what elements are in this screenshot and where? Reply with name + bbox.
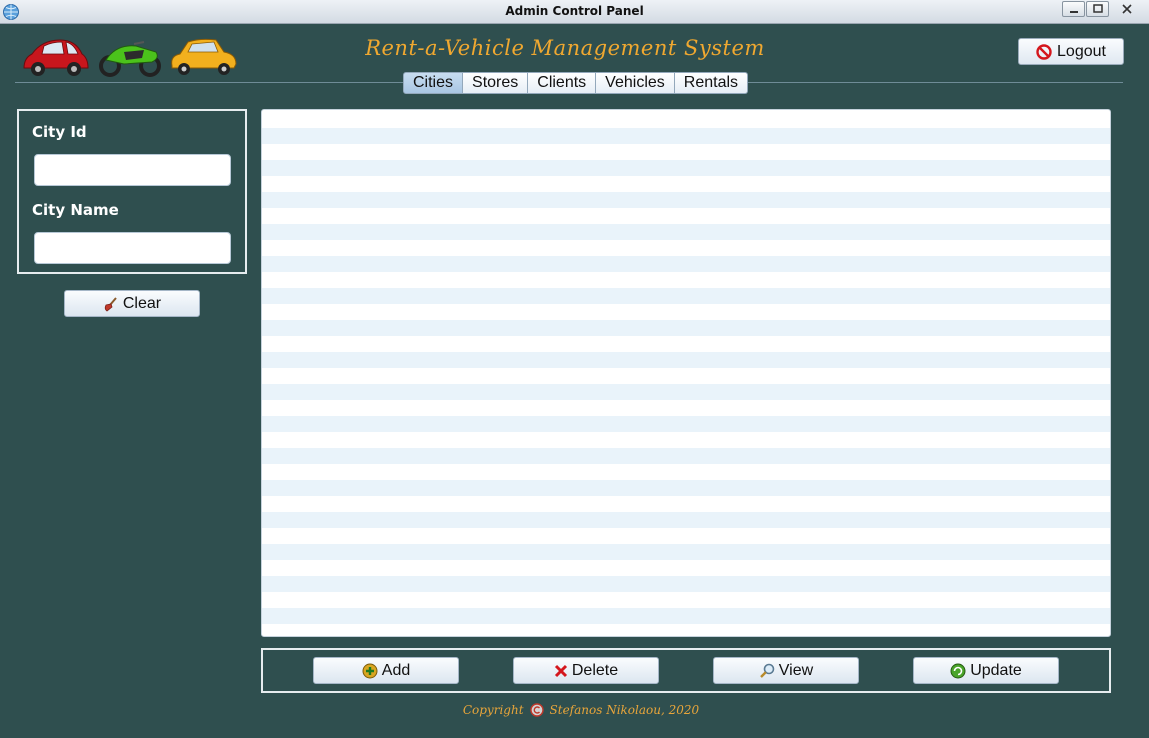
minimize-button[interactable]: [1062, 1, 1085, 17]
city-name-input[interactable]: [34, 232, 231, 264]
yellow-car-icon: [171, 38, 237, 75]
delete-button[interactable]: Delete: [513, 657, 659, 684]
green-motorcycle-icon: [99, 41, 161, 77]
vehicle-images: [20, 32, 240, 84]
tab-vehicles[interactable]: Vehicles: [596, 72, 675, 94]
update-button[interactable]: Update: [913, 657, 1059, 684]
broom-icon: [104, 296, 117, 311]
close-icon: [1122, 4, 1132, 14]
city-name-label: City Name: [32, 201, 119, 219]
city-id-label: City Id: [32, 123, 87, 141]
tab-stores[interactable]: Stores: [463, 72, 529, 94]
copyright-icon: [529, 703, 544, 717]
city-form-panel: City Id City Name: [17, 109, 247, 274]
tab-cities[interactable]: Cities: [403, 72, 464, 94]
minimize-icon: [1069, 11, 1078, 13]
app-title: Rent-a-Vehicle Management System: [365, 36, 765, 60]
add-button[interactable]: Add: [313, 657, 459, 684]
close-button[interactable]: [1110, 1, 1144, 17]
refresh-icon: [950, 663, 966, 678]
cities-table[interactable]: [261, 109, 1111, 637]
tab-clients[interactable]: Clients: [528, 72, 597, 94]
copyright-label: Copyright: [462, 703, 524, 717]
red-car-icon: [23, 39, 89, 76]
add-icon: [362, 663, 378, 678]
maximize-button[interactable]: [1086, 1, 1109, 17]
clear-label: Clear: [122, 294, 162, 312]
logout-button[interactable]: Logout: [1018, 38, 1124, 65]
clear-button[interactable]: Clear: [64, 290, 200, 317]
window-title-bar: Admin Control Panel: [0, 0, 1149, 24]
city-id-input[interactable]: [34, 154, 231, 186]
delete-label: Delete: [571, 661, 619, 679]
copyright-author: Stefanos Nikolaou, 2020: [549, 703, 700, 717]
add-label: Add: [381, 661, 411, 679]
tab-rentals[interactable]: Rentals: [674, 72, 749, 94]
footer: Copyright Stefanos Nikolaou, 2020: [0, 703, 1149, 717]
logout-label: Logout: [1057, 42, 1106, 60]
magnifier-icon: [759, 663, 775, 678]
tab-bar: Cities Stores Clients Vehicles Rentals: [403, 72, 749, 94]
update-label: Update: [970, 661, 1022, 679]
no-entry-icon: [1036, 43, 1052, 60]
window-title: Admin Control Panel: [505, 4, 644, 18]
view-button[interactable]: View: [713, 657, 859, 684]
view-label: View: [778, 661, 814, 679]
maximize-icon: [1092, 4, 1103, 13]
delete-icon: [554, 664, 567, 677]
window-controls: [1062, 1, 1144, 17]
